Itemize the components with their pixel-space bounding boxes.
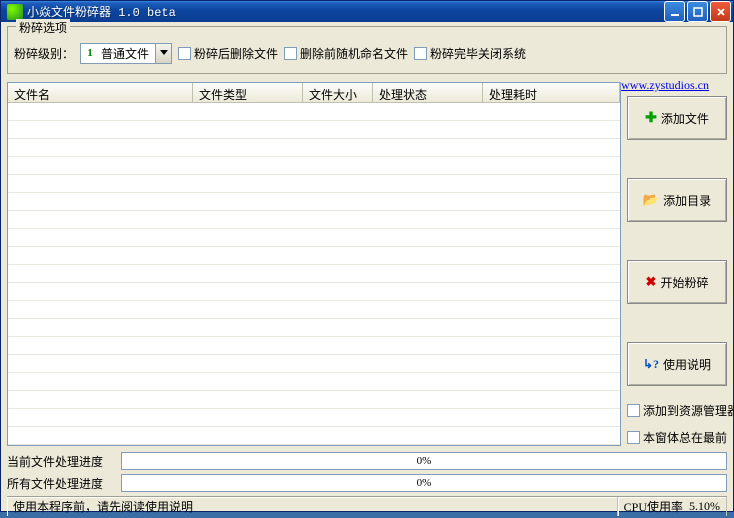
- checkbox-label: 添加到资源管理器: [643, 402, 734, 419]
- checkbox-label: 删除前随机命名文件: [300, 45, 408, 62]
- titlebar-buttons: [664, 1, 731, 22]
- help-icon: ↳?: [643, 357, 659, 372]
- folder-open-icon: 📂: [643, 192, 659, 208]
- col-elapsed[interactable]: 处理耗时: [483, 83, 620, 102]
- help-button[interactable]: ↳? 使用说明: [627, 342, 727, 386]
- checkbox-label: 粉碎完毕关闭系统: [430, 45, 526, 62]
- options-groupbox: 粉碎选项 粉碎级别： 1 普通文件 粉碎后删除文件 删除前随机命名文件 粉碎完毕…: [7, 26, 727, 74]
- close-icon: [716, 7, 726, 17]
- sidebar: ✚ 添加文件 📂 添加目录 ✖ 开始粉碎 ↳? 使用说明: [627, 82, 727, 446]
- progress-text: 0%: [417, 477, 432, 489]
- button-label: 开始粉碎: [660, 274, 708, 291]
- progress-area: 当前文件处理进度 0% 所有文件处理进度 0%: [7, 452, 727, 492]
- cpu-usage: CPU使用率 5.10%: [618, 497, 727, 516]
- button-label: 使用说明: [663, 356, 711, 373]
- start-shred-button[interactable]: ✖ 开始粉碎: [627, 260, 727, 304]
- list-header: 文件名 文件类型 文件大小 处理状态 处理耗时: [8, 83, 620, 103]
- add-file-button[interactable]: ✚ 添加文件: [627, 96, 727, 140]
- maximize-button[interactable]: [687, 1, 708, 22]
- current-progress-label: 当前文件处理进度: [7, 453, 117, 470]
- checkbox-box-icon: [627, 404, 640, 417]
- current-progress-bar: 0%: [121, 452, 727, 470]
- cpu-label: CPU使用率: [624, 498, 683, 515]
- main-area: 文件名 文件类型 文件大小 处理状态 处理耗时 ✚ 添加文件 📂 添加目录: [7, 82, 727, 446]
- titlebar: 小焱文件粉碎器 1.0 beta: [1, 1, 733, 22]
- col-filesize[interactable]: 文件大小: [303, 83, 373, 102]
- checkbox-box-icon: [178, 47, 191, 60]
- list-body: [8, 103, 620, 445]
- button-label: 添加目录: [663, 192, 711, 209]
- file-list[interactable]: 文件名 文件类型 文件大小 处理状态 处理耗时: [7, 82, 621, 446]
- col-filetype[interactable]: 文件类型: [193, 83, 303, 102]
- status-hint: 使用本程序前，请先阅读使用说明: [7, 497, 618, 516]
- shred-level-label: 粉碎级别：: [14, 45, 74, 62]
- rename-before-checkbox[interactable]: 删除前随机命名文件: [284, 45, 408, 62]
- minimize-button[interactable]: [664, 1, 685, 22]
- x-icon: ✖: [646, 274, 657, 290]
- checkbox-label: 本窗体总在最前: [643, 429, 727, 446]
- app-window: 小焱文件粉碎器 1.0 beta 粉碎选项 粉碎级别： 1 普通文件: [0, 0, 734, 512]
- client-area: 粉碎选项 粉碎级别： 1 普通文件 粉碎后删除文件 删除前随机命名文件 粉碎完毕…: [1, 22, 733, 518]
- add-to-explorer-checkbox[interactable]: 添加到资源管理器: [627, 402, 727, 419]
- document-icon: 1: [83, 46, 97, 60]
- minimize-icon: [670, 7, 680, 17]
- col-filename[interactable]: 文件名: [8, 83, 193, 102]
- shred-level-combo[interactable]: 1 普通文件: [80, 43, 172, 64]
- maximize-icon: [693, 7, 703, 17]
- plus-icon: ✚: [645, 110, 657, 127]
- checkbox-box-icon: [414, 47, 427, 60]
- add-folder-button[interactable]: 📂 添加目录: [627, 178, 727, 222]
- button-label: 添加文件: [661, 110, 709, 127]
- progress-text: 0%: [417, 455, 432, 467]
- shutdown-after-checkbox[interactable]: 粉碎完毕关闭系统: [414, 45, 526, 62]
- all-progress-label: 所有文件处理进度: [7, 475, 117, 492]
- status-bar: 使用本程序前，请先阅读使用说明 CPU使用率 5.10%: [7, 496, 727, 516]
- always-on-top-checkbox[interactable]: 本窗体总在最前: [627, 429, 727, 446]
- side-options: 添加到资源管理器 本窗体总在最前: [627, 402, 727, 446]
- close-button[interactable]: [710, 1, 731, 22]
- groupbox-legend: 粉碎选项: [16, 19, 70, 36]
- chevron-down-icon: [155, 44, 171, 63]
- app-icon: [7, 4, 23, 20]
- checkbox-box-icon: [284, 47, 297, 60]
- delete-after-checkbox[interactable]: 粉碎后删除文件: [178, 45, 278, 62]
- checkbox-label: 粉碎后删除文件: [194, 45, 278, 62]
- window-title: 小焱文件粉碎器 1.0 beta: [27, 3, 664, 20]
- col-status[interactable]: 处理状态: [373, 83, 483, 102]
- website-link[interactable]: www.zystudios.cn: [621, 78, 709, 93]
- checkbox-box-icon: [627, 431, 640, 444]
- combo-value: 普通文件: [99, 45, 155, 62]
- all-progress-bar: 0%: [121, 474, 727, 492]
